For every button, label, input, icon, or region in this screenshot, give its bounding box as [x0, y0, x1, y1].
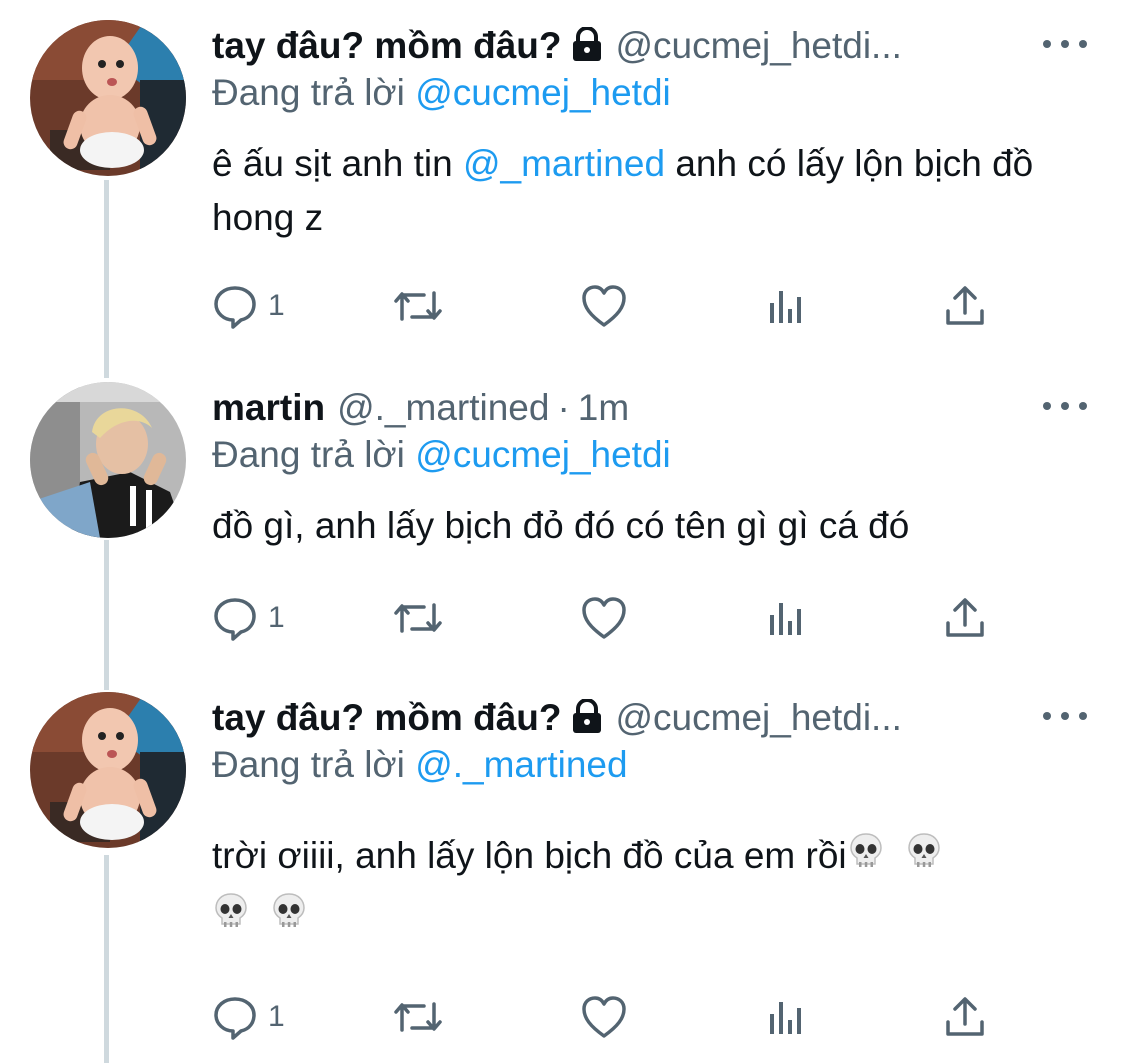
reply-bubble-icon — [214, 286, 256, 329]
tweet-actions: 1 — [212, 282, 1002, 330]
tweet-text: đồ gì, anh lấy bịch đỏ đó có tên gì gì c… — [212, 505, 910, 546]
analytics-bars-icon — [770, 603, 801, 635]
display-name[interactable]: tay đâu? mồm đâu? — [212, 697, 561, 739]
share-button[interactable] — [942, 282, 988, 330]
share-button[interactable] — [942, 993, 988, 1041]
tweet-header: martin @._martined · 1m — [212, 382, 1035, 434]
retweet-button[interactable] — [390, 993, 446, 1041]
share-upload-icon — [946, 286, 984, 325]
tweet[interactable]: tay đâu? mồm đâu? @cucmej_hetdi... Đang … — [0, 692, 1125, 1063]
retweet-icon — [394, 1002, 442, 1032]
user-handle[interactable]: @cucmej_hetdi... — [615, 697, 901, 739]
user-handle[interactable]: @._martined — [337, 387, 549, 429]
more-dots-icon — [1079, 40, 1087, 48]
more-dots-icon — [1079, 712, 1087, 720]
reply-count: 1 — [268, 289, 285, 322]
analytics-bars-icon — [770, 291, 801, 323]
heart-icon — [582, 597, 626, 639]
like-button[interactable] — [580, 282, 628, 330]
like-button[interactable] — [580, 993, 628, 1041]
view-analytics-button[interactable] — [764, 993, 810, 1041]
more-options-button[interactable] — [1043, 706, 1087, 726]
more-dots-icon — [1043, 712, 1051, 720]
retweet-icon — [394, 291, 442, 321]
skull-emoji-icon — [907, 829, 941, 887]
avatar[interactable] — [30, 20, 186, 176]
tweet[interactable]: tay đâu? mồm đâu? @cucmej_hetdi... Đang … — [0, 20, 1125, 340]
retweet-button[interactable] — [390, 282, 446, 330]
retweet-button[interactable] — [390, 594, 446, 642]
more-dots-icon — [1061, 712, 1069, 720]
avatar[interactable] — [30, 382, 186, 538]
tweet-actions: 1 — [212, 594, 1002, 642]
reply-count: 1 — [268, 601, 285, 634]
skull-emoji-icon — [272, 889, 306, 947]
reply-bubble-icon — [214, 997, 256, 1040]
replying-to-mention[interactable]: @cucmej_hetdi — [415, 434, 671, 475]
lock-icon — [569, 25, 605, 66]
heart-icon — [582, 996, 626, 1038]
replying-to-label: Đang trả lời — [212, 434, 405, 475]
more-dots-icon — [1061, 402, 1069, 410]
more-dots-icon — [1061, 40, 1069, 48]
reply-bubble-icon — [214, 598, 256, 641]
tweet-text-part: ê ấu sịt anh tin — [212, 143, 453, 184]
reply-button[interactable]: 1 — [212, 594, 285, 642]
tweet-header: tay đâu? mồm đâu? @cucmej_hetdi... — [212, 20, 1035, 72]
reply-button[interactable]: 1 — [212, 282, 285, 330]
more-options-button[interactable] — [1043, 396, 1087, 416]
view-analytics-button[interactable] — [764, 282, 810, 330]
replying-to-label: Đang trả lời — [212, 744, 405, 785]
reply-button[interactable]: 1 — [212, 993, 285, 1041]
share-button[interactable] — [942, 594, 988, 642]
more-dots-icon — [1043, 402, 1051, 410]
tweet-actions: 1 — [212, 993, 1002, 1041]
replying-to: Đang trả lời @._martined — [212, 744, 628, 786]
analytics-bars-icon — [770, 1002, 801, 1034]
share-upload-icon — [946, 598, 984, 637]
replying-to-label: Đang trả lời — [212, 72, 405, 113]
lock-icon — [569, 697, 605, 738]
tweet-text: trời ơiiii, anh lấy lộn bịch đồ của em r… — [212, 827, 1065, 947]
display-name[interactable]: martin — [212, 387, 325, 429]
reply-count: 1 — [268, 1000, 285, 1033]
header-separator: · — [557, 387, 570, 428]
tweet-timestamp[interactable]: 1m — [578, 387, 629, 429]
like-button[interactable] — [580, 594, 628, 642]
heart-icon — [582, 285, 626, 327]
replying-to: Đang trả lời @cucmej_hetdi — [212, 434, 671, 476]
retweet-icon — [394, 603, 442, 633]
more-options-button[interactable] — [1043, 34, 1087, 54]
replying-to-mention[interactable]: @._martined — [415, 744, 627, 785]
avatar[interactable] — [30, 692, 186, 848]
tweet-mention-link[interactable]: @_martined — [463, 143, 665, 184]
display-name[interactable]: tay đâu? mồm đâu? — [212, 25, 561, 67]
tweet-header: tay đâu? mồm đâu? @cucmej_hetdi... — [212, 692, 1035, 744]
tweet-text-part: trời ơiiii, anh lấy lộn bịch đồ của em r… — [212, 835, 847, 876]
more-dots-icon — [1079, 402, 1087, 410]
replying-to-mention[interactable]: @cucmej_hetdi — [415, 72, 671, 113]
user-handle[interactable]: @cucmej_hetdi... — [615, 25, 901, 67]
more-dots-icon — [1043, 40, 1051, 48]
view-analytics-button[interactable] — [764, 594, 810, 642]
skull-emoji-icon — [214, 889, 248, 947]
tweet-text: ê ấu sịt anh tin @_martined anh có lấy l… — [212, 137, 1065, 245]
tweet[interactable]: martin @._martined · 1m Đang trả lời @cu… — [0, 382, 1125, 672]
replying-to: Đang trả lời @cucmej_hetdi — [212, 72, 671, 114]
skull-emoji-icon — [849, 829, 883, 887]
share-upload-icon — [946, 997, 984, 1036]
